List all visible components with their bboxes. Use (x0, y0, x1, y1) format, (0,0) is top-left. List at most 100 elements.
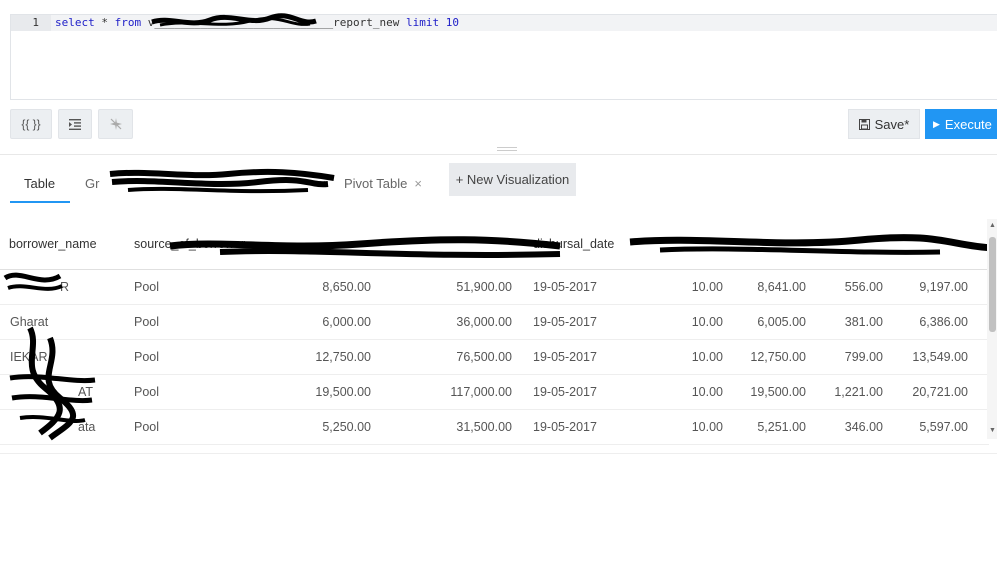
table-cell: 5,251.00 (723, 409, 806, 445)
column-header[interactable] (254, 219, 371, 270)
floppy-disk-icon (858, 118, 870, 130)
save-label: Save* (874, 116, 910, 132)
table-cell: 20,721.00 (883, 374, 989, 410)
keyword-from: from (114, 16, 142, 29)
table-cell: 556.00 (806, 269, 883, 305)
table-cell: 19-05-2017 (512, 339, 628, 375)
column-header[interactable] (628, 219, 723, 270)
table-cell: 19,500.00 (723, 374, 806, 410)
table-cell: 6,386.00 (883, 304, 989, 340)
results-table-container: borrower_name source_of_borrower disburs… (0, 219, 997, 454)
column-header[interactable] (883, 219, 989, 270)
select-star: * (94, 16, 115, 29)
results-table: borrower_name source_of_borrower disburs… (0, 219, 989, 445)
query-editor[interactable]: 1 select * from v_______________________… (10, 14, 997, 100)
scroll-up-arrow-icon[interactable]: ▲ (989, 222, 996, 229)
table-cell: 1,221.00 (806, 374, 883, 410)
table-cell: 346.00 (806, 409, 883, 445)
table-row: AT Pool 19,500.00 117,000.00 19-05-2017 … (0, 374, 989, 410)
table-cell: 12,750.00 (254, 339, 371, 375)
table-cell: 381.00 (806, 304, 883, 340)
table-cell: 51,900.00 (371, 269, 512, 305)
section-divider (0, 154, 997, 155)
table-cell: 10.00 (628, 374, 723, 410)
table-cell: Pool (134, 269, 254, 305)
close-icon[interactable]: × (318, 176, 326, 191)
query-parameters-button[interactable]: {{ }} (10, 109, 52, 139)
tab-pivot-table[interactable]: Pivot Table × (344, 163, 422, 203)
query-text[interactable]: select * from v_________________________… (55, 16, 459, 29)
table-cell: 799.00 (806, 339, 883, 375)
column-header[interactable]: disbursal_date (512, 219, 628, 270)
keyword-select: select (55, 16, 95, 29)
close-icon[interactable]: × (414, 176, 422, 191)
table-cell: IEKAR (0, 339, 134, 375)
table-cell: ata (0, 409, 134, 445)
table-cell: R (0, 269, 134, 305)
table-cell: 31,500.00 (371, 409, 512, 445)
table-cell: Pool (134, 374, 254, 410)
line-number: 1 (32, 16, 39, 29)
table-header-row: borrower_name source_of_borrower disburs… (0, 219, 989, 270)
active-tab-indicator (10, 201, 70, 203)
table-cell: 19-05-2017 (512, 374, 628, 410)
table-cell: Pool (134, 409, 254, 445)
table-cell: 10.00 (628, 409, 723, 445)
table-cell: 36,000.00 (371, 304, 512, 340)
table-name: v___________________________report_new (141, 16, 407, 29)
keyword-limit: limit (406, 16, 440, 29)
table-cell: 5,250.00 (254, 409, 371, 445)
table-cell: 8,650.00 (254, 269, 371, 305)
table-cell: 19-05-2017 (512, 269, 628, 305)
table-cell: AT (0, 374, 134, 410)
table-cell: 10.00 (628, 304, 723, 340)
table-cell: 6,000.00 (254, 304, 371, 340)
tab-label: Gr (85, 175, 100, 191)
table-cell: 10.00 (628, 339, 723, 375)
play-icon: ▶ (933, 118, 940, 129)
table-row: Gharat Pool 6,000.00 36,000.00 19-05-201… (0, 304, 989, 340)
column-header[interactable] (371, 219, 512, 270)
table-cell: 12,750.00 (723, 339, 806, 375)
execute-button[interactable]: ▶ Execute (925, 109, 997, 139)
autocomplete-toggle-button[interactable] (98, 109, 133, 139)
editor-gutter: 1 (11, 15, 51, 31)
column-header[interactable]: borrower_name (0, 219, 134, 270)
tab-table[interactable]: Table (24, 163, 55, 203)
table-cell: 19,500.00 (254, 374, 371, 410)
table-scrollbar-thumb[interactable] (989, 237, 996, 332)
table-cell: 76,500.00 (371, 339, 512, 375)
tab-label: Table (24, 175, 56, 191)
table-cell: 19-05-2017 (512, 409, 628, 445)
table-cell: Pool (134, 339, 254, 375)
template-label: {{ }} (21, 117, 41, 131)
execute-label: Execute (944, 116, 992, 132)
editor-resize-handle[interactable] (497, 147, 517, 151)
scroll-down-arrow-icon[interactable]: ▼ (989, 427, 996, 434)
indent-icon (69, 118, 81, 130)
table-row: ata Pool 5,250.00 31,500.00 19-05-2017 1… (0, 409, 989, 445)
column-header[interactable] (723, 219, 806, 270)
table-cell: 5,597.00 (883, 409, 989, 445)
limit-value: 10 (445, 16, 460, 29)
table-cell: 10.00 (628, 269, 723, 305)
autocomplete-off-icon (109, 118, 122, 130)
format-query-button[interactable] (58, 109, 92, 139)
table-cell: 9,197.00 (883, 269, 989, 305)
tab-redacted-visualization[interactable]: Gr × (85, 163, 326, 203)
table-row: R Pool 8,650.00 51,900.00 19-05-2017 10.… (0, 269, 989, 305)
new-visualization-label: + New Visualization (455, 172, 570, 187)
column-header[interactable]: source_of_borrower (134, 219, 254, 270)
column-header[interactable] (806, 219, 883, 270)
tab-label: Pivot Table (344, 175, 408, 191)
table-cell: Gharat (0, 304, 134, 340)
table-cell: 19-05-2017 (512, 304, 628, 340)
table-cell: 13,549.00 (883, 339, 989, 375)
new-visualization-button[interactable]: + New Visualization (449, 163, 576, 196)
table-cell: 117,000.00 (371, 374, 512, 410)
table-cell: 8,641.00 (723, 269, 806, 305)
table-cell: Pool (134, 304, 254, 340)
save-button[interactable]: Save* (848, 109, 920, 139)
table-row: IEKAR Pool 12,750.00 76,500.00 19-05-201… (0, 339, 989, 375)
table-cell: 6,005.00 (723, 304, 806, 340)
